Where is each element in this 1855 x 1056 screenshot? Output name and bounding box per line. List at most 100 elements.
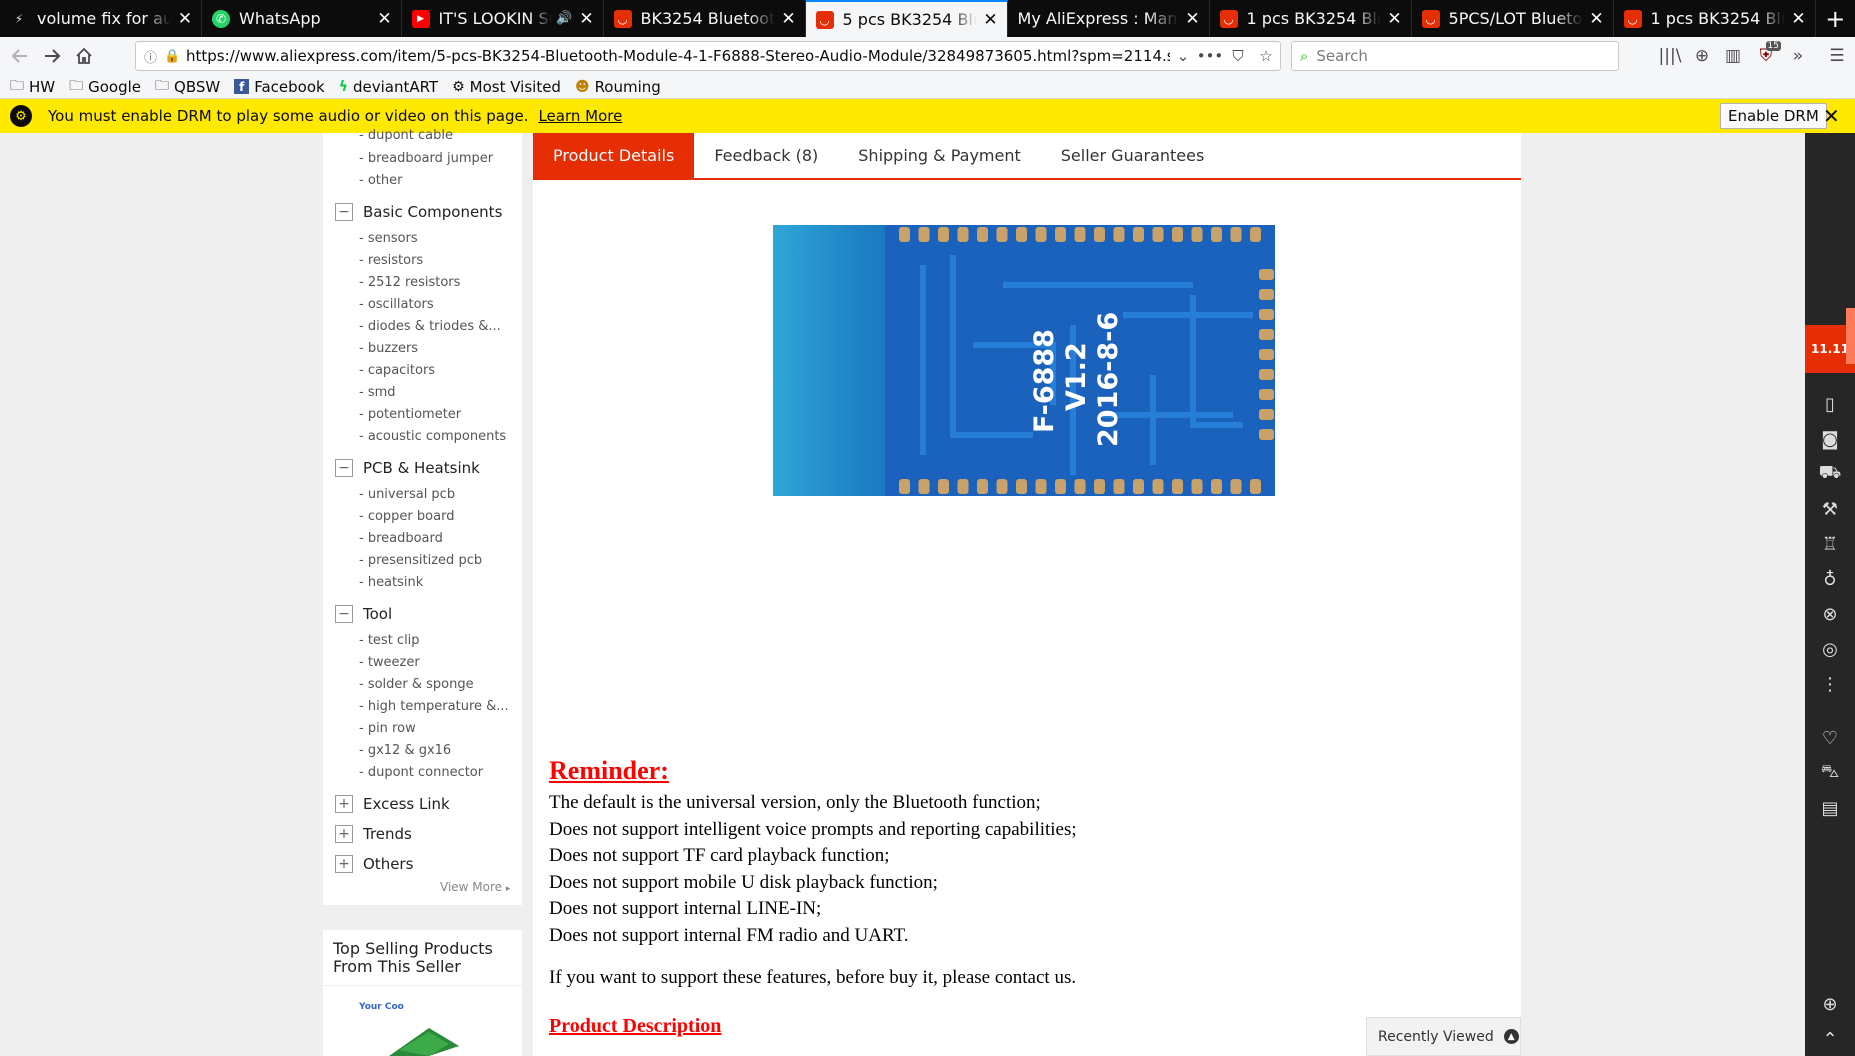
expand-icon[interactable]: +: [335, 825, 353, 843]
overflow-menu-icon[interactable]: »: [1783, 41, 1813, 71]
close-tab-icon[interactable]: ✕: [1387, 9, 1403, 29]
learn-more-link[interactable]: Learn More: [538, 107, 622, 125]
chevron-down-icon[interactable]: ⌄: [1170, 47, 1196, 65]
category-link[interactable]: - dupont connector: [359, 765, 483, 780]
home-button[interactable]: [68, 40, 100, 72]
close-tab-icon[interactable]: ✕: [377, 9, 393, 29]
tools-icon[interactable]: ⚒: [1805, 492, 1855, 526]
category-link[interactable]: - other: [359, 173, 402, 188]
collapse-icon[interactable]: −: [335, 203, 353, 221]
collapse-icon[interactable]: −: [335, 605, 353, 623]
recently-viewed-button[interactable]: Recently Viewed ▲: [1366, 1017, 1521, 1056]
tab-feedback[interactable]: Feedback (8): [694, 133, 838, 178]
browser-tab[interactable]: ◡ BK3254 Bluetooth M ✕: [604, 0, 806, 37]
ublock-icon[interactable]: ⛨ 15: [1751, 41, 1781, 71]
tab-shipping-payment[interactable]: Shipping & Payment: [838, 133, 1041, 178]
category-link[interactable]: - oscillators: [359, 297, 434, 312]
bookmark-rouming[interactable]: ☻ Rouming: [575, 78, 661, 96]
new-tab-button[interactable]: +: [1816, 0, 1855, 37]
close-tab-icon[interactable]: ✕: [1791, 9, 1807, 29]
bulb-icon[interactable]: ♁: [1805, 562, 1855, 596]
close-tab-icon[interactable]: ✕: [781, 9, 797, 29]
category-link[interactable]: - solder & sponge: [359, 677, 474, 692]
car-icon[interactable]: ⛟: [1805, 457, 1855, 491]
plus-icon[interactable]: ⊕: [1805, 987, 1855, 1021]
category-link[interactable]: - buzzers: [359, 341, 418, 356]
more-icon[interactable]: ⋮: [1805, 667, 1855, 701]
close-icon[interactable]: ✕: [1823, 104, 1840, 128]
category-link[interactable]: - gx12 & gx16: [359, 743, 451, 758]
category-link[interactable]: - smd: [359, 385, 396, 400]
category-link[interactable]: - universal pcb: [359, 487, 455, 502]
lock-icon[interactable]: 🔒: [164, 49, 186, 64]
category-link[interactable]: - high temperature &...: [359, 699, 509, 714]
category-group-trends[interactable]: + Trends: [335, 825, 412, 843]
enable-drm-button[interactable]: Enable DRM: [1720, 103, 1827, 129]
browser-tab[interactable]: ✆ WhatsApp ✕: [202, 0, 402, 37]
category-link[interactable]: - 2512 resistors: [359, 275, 460, 290]
star-icon[interactable]: ☆: [1252, 47, 1280, 65]
url-bar[interactable]: ⓘ 🔒 https://www.aliexpress.com/item/5-pc…: [135, 41, 1281, 71]
camera-icon[interactable]: ◙: [1805, 422, 1855, 456]
scrollbar-thumb[interactable]: [1846, 308, 1855, 364]
browser-tab[interactable]: ◡ 1 pcs BK3254 Blueto ✕: [1210, 0, 1412, 37]
category-link[interactable]: - copper board: [359, 509, 454, 524]
category-link[interactable]: - dupont cable: [359, 128, 453, 143]
browser-tab[interactable]: My AliExpress : Manage ✕: [1008, 0, 1210, 37]
category-link[interactable]: - capacitors: [359, 363, 435, 378]
vpn-icon[interactable]: ⊕: [1687, 41, 1717, 71]
back-button[interactable]: [4, 40, 36, 72]
clipboard-icon[interactable]: ▤: [1805, 791, 1855, 825]
category-link[interactable]: - breadboard jumper: [359, 151, 493, 166]
close-tab-icon[interactable]: ✕: [1185, 9, 1201, 29]
speaker-icon[interactable]: 🔊: [556, 11, 572, 26]
category-link[interactable]: - resistors: [359, 253, 423, 268]
category-link[interactable]: - diodes & triodes &...: [359, 319, 501, 334]
browser-tab[interactable]: ▶ IT'S LOOKIN SO A 🔊 ✕: [402, 0, 604, 37]
category-group-others[interactable]: + Others: [335, 855, 413, 873]
sidebar-icon[interactable]: ▥: [1718, 41, 1748, 71]
browser-tab[interactable]: ⚡ volume fix for audio ✕: [0, 0, 202, 37]
wheel-icon[interactable]: ◎: [1805, 632, 1855, 666]
bookmark-qbsw[interactable]: 🗀 QBSW: [155, 75, 220, 99]
close-tab-icon[interactable]: ✕: [579, 9, 595, 29]
category-link[interactable]: - acoustic components: [359, 429, 506, 444]
expand-icon[interactable]: +: [335, 855, 353, 873]
view-more-link[interactable]: View More ▸: [440, 880, 510, 894]
close-tab-icon[interactable]: ✕: [983, 10, 999, 30]
bookmark-hw[interactable]: 🗀 HW: [10, 75, 55, 99]
category-link[interactable]: - potentiometer: [359, 407, 461, 422]
heart-icon[interactable]: ♡: [1805, 721, 1855, 755]
library-icon[interactable]: |||\: [1655, 41, 1685, 71]
bookmark-google[interactable]: 🗀 Google: [69, 75, 141, 99]
hamburger-menu-icon[interactable]: ☰: [1822, 41, 1852, 71]
bookmark-deviantart[interactable]: ϟ deviantART: [339, 78, 438, 96]
bookmark-most-visited[interactable]: ⚙ Most Visited: [452, 78, 561, 96]
page-actions-icon[interactable]: •••: [1196, 47, 1224, 65]
category-group-excess-link[interactable]: + Excess Link: [335, 795, 450, 813]
ball-icon[interactable]: ⊗: [1805, 597, 1855, 631]
category-link[interactable]: - sensors: [359, 231, 418, 246]
url-text[interactable]: https://www.aliexpress.com/item/5-pcs-BK…: [186, 47, 1170, 65]
pocket-icon[interactable]: ⛉: [1224, 47, 1252, 65]
tab-seller-guarantees[interactable]: Seller Guarantees: [1041, 133, 1225, 178]
category-group-basic-components[interactable]: − Basic Components: [335, 203, 502, 221]
category-link[interactable]: - test clip: [359, 633, 420, 648]
tab-product-details[interactable]: Product Details: [533, 133, 695, 178]
browser-tab[interactable]: ◡ 1 pcs BK3254 Blueto ✕: [1614, 0, 1816, 37]
dress-icon[interactable]: ♖: [1805, 527, 1855, 561]
category-link[interactable]: - pin row: [359, 721, 416, 736]
info-icon[interactable]: ⓘ: [144, 47, 164, 66]
arrow-up-icon[interactable]: ⌃: [1805, 1022, 1855, 1056]
close-tab-icon[interactable]: ✕: [1589, 9, 1605, 29]
category-link[interactable]: - presensitized pcb: [359, 553, 482, 568]
category-link[interactable]: - breadboard: [359, 531, 443, 546]
collapse-icon[interactable]: −: [335, 459, 353, 477]
cart-icon[interactable]: ⛍: [1805, 756, 1855, 790]
bookmark-facebook[interactable]: f Facebook: [234, 78, 325, 96]
browser-tab[interactable]: ◡ 5PCS/LOT Bluetooth ✕: [1412, 0, 1614, 37]
forward-button[interactable]: [36, 40, 68, 72]
phone-icon[interactable]: ▯: [1805, 387, 1855, 421]
search-bar[interactable]: ⌕ Search: [1291, 41, 1619, 71]
product-thumbnail[interactable]: Your Coo: [359, 1000, 479, 1056]
